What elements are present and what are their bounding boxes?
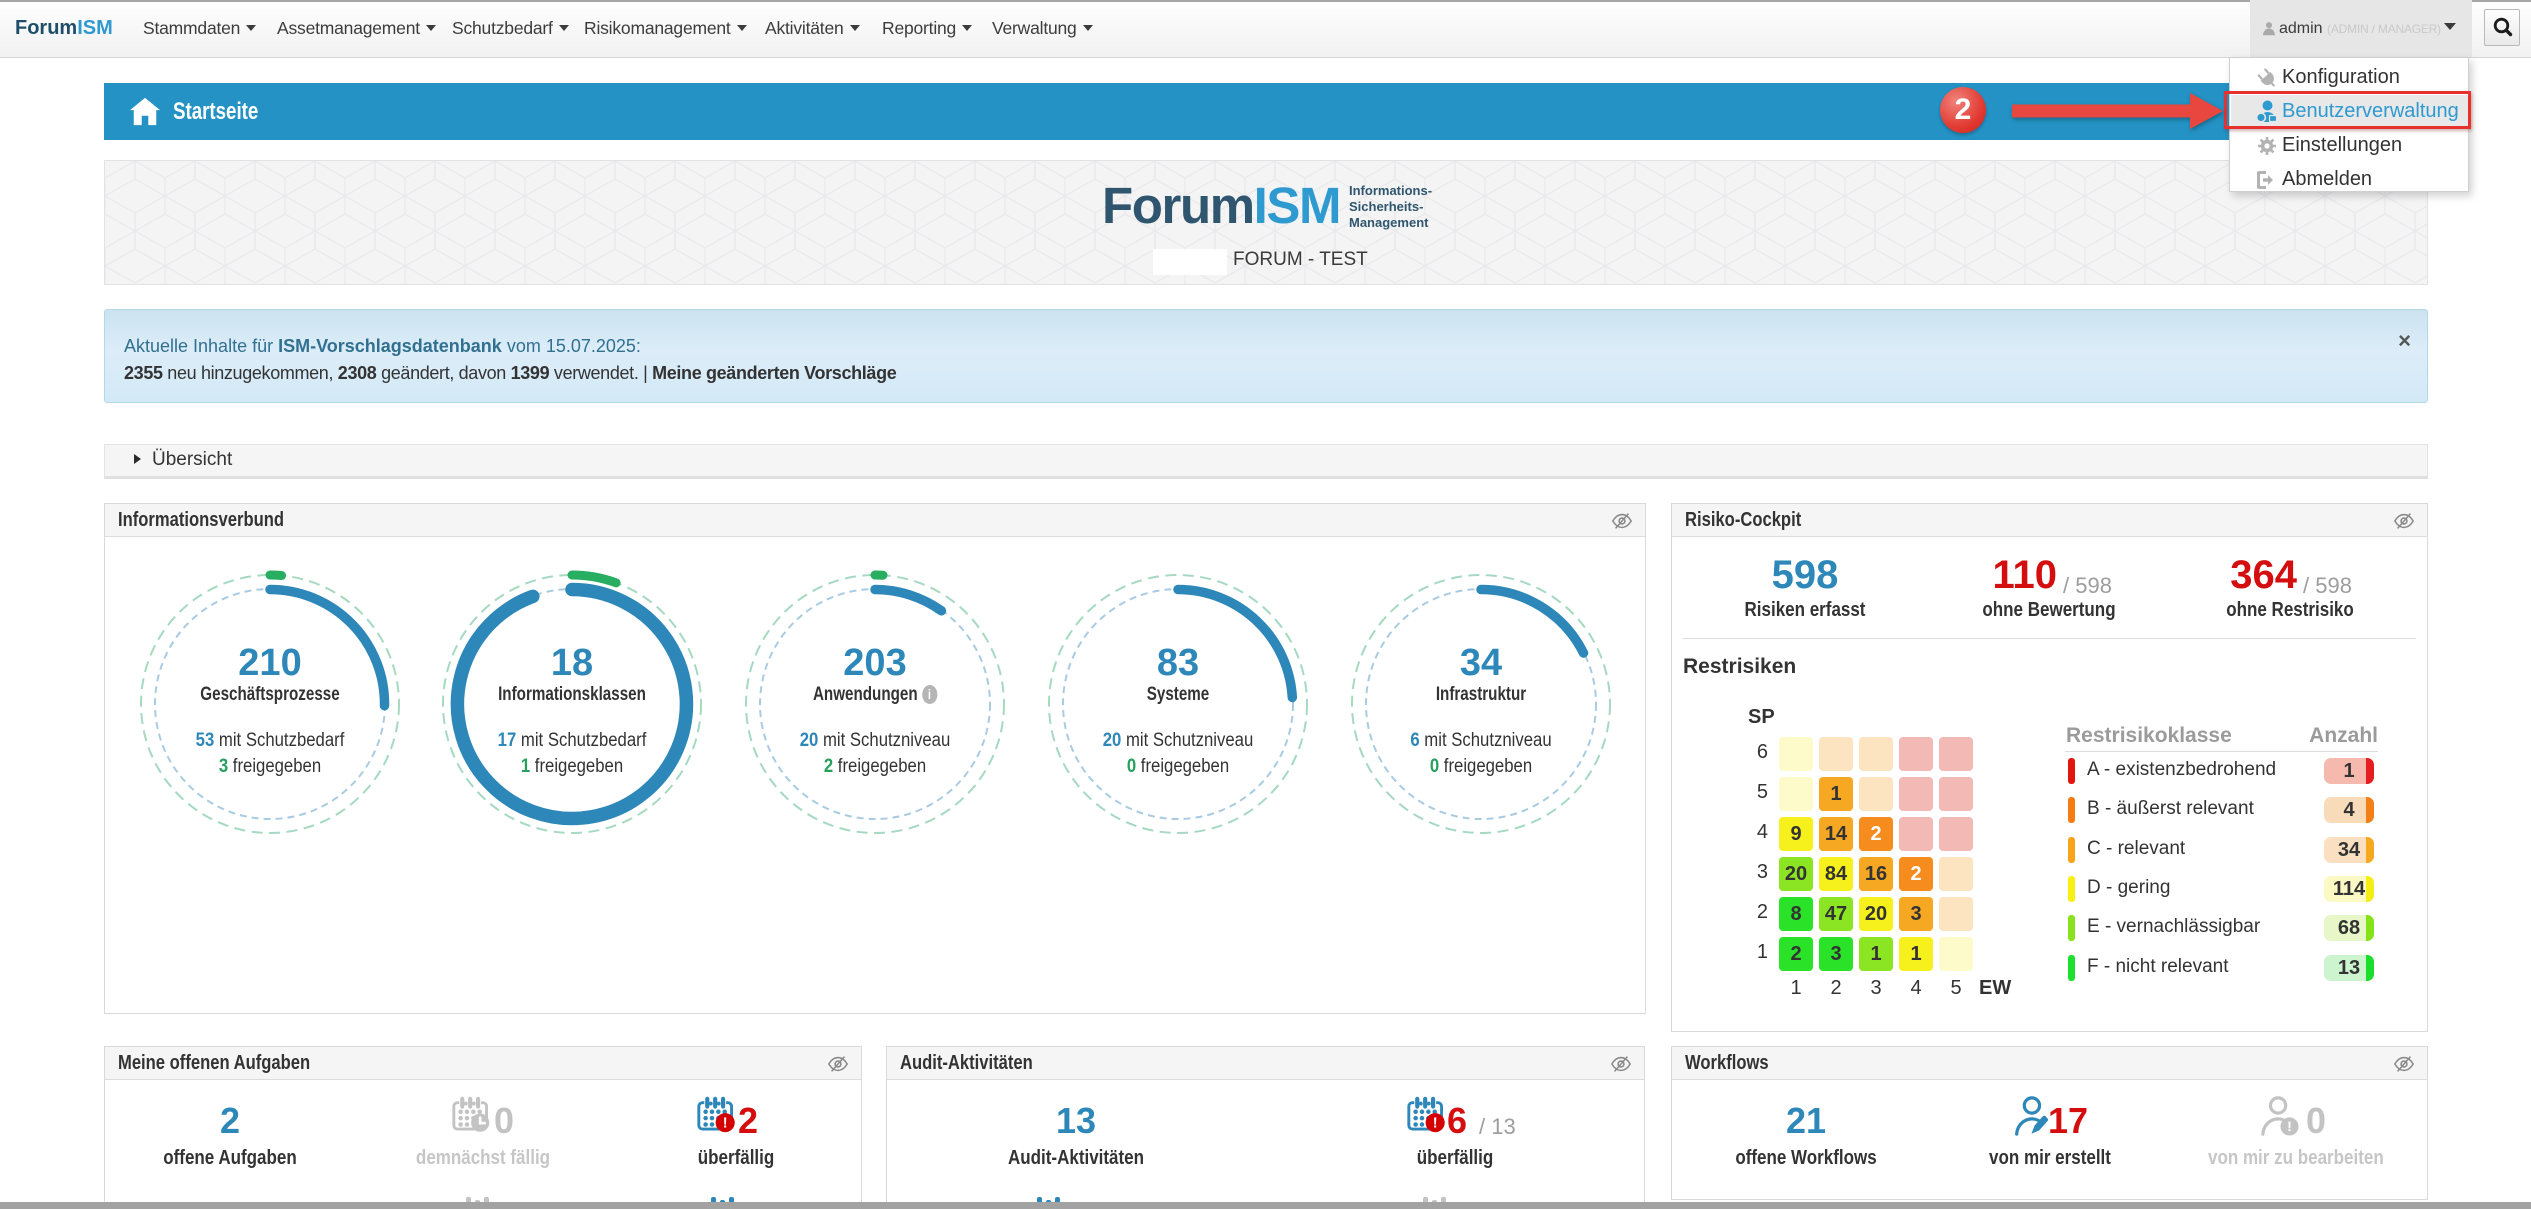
svg-text:!: ! (2287, 1119, 2292, 1135)
svg-text:!: ! (1433, 1116, 1438, 1132)
svg-text:!: ! (723, 1116, 728, 1132)
